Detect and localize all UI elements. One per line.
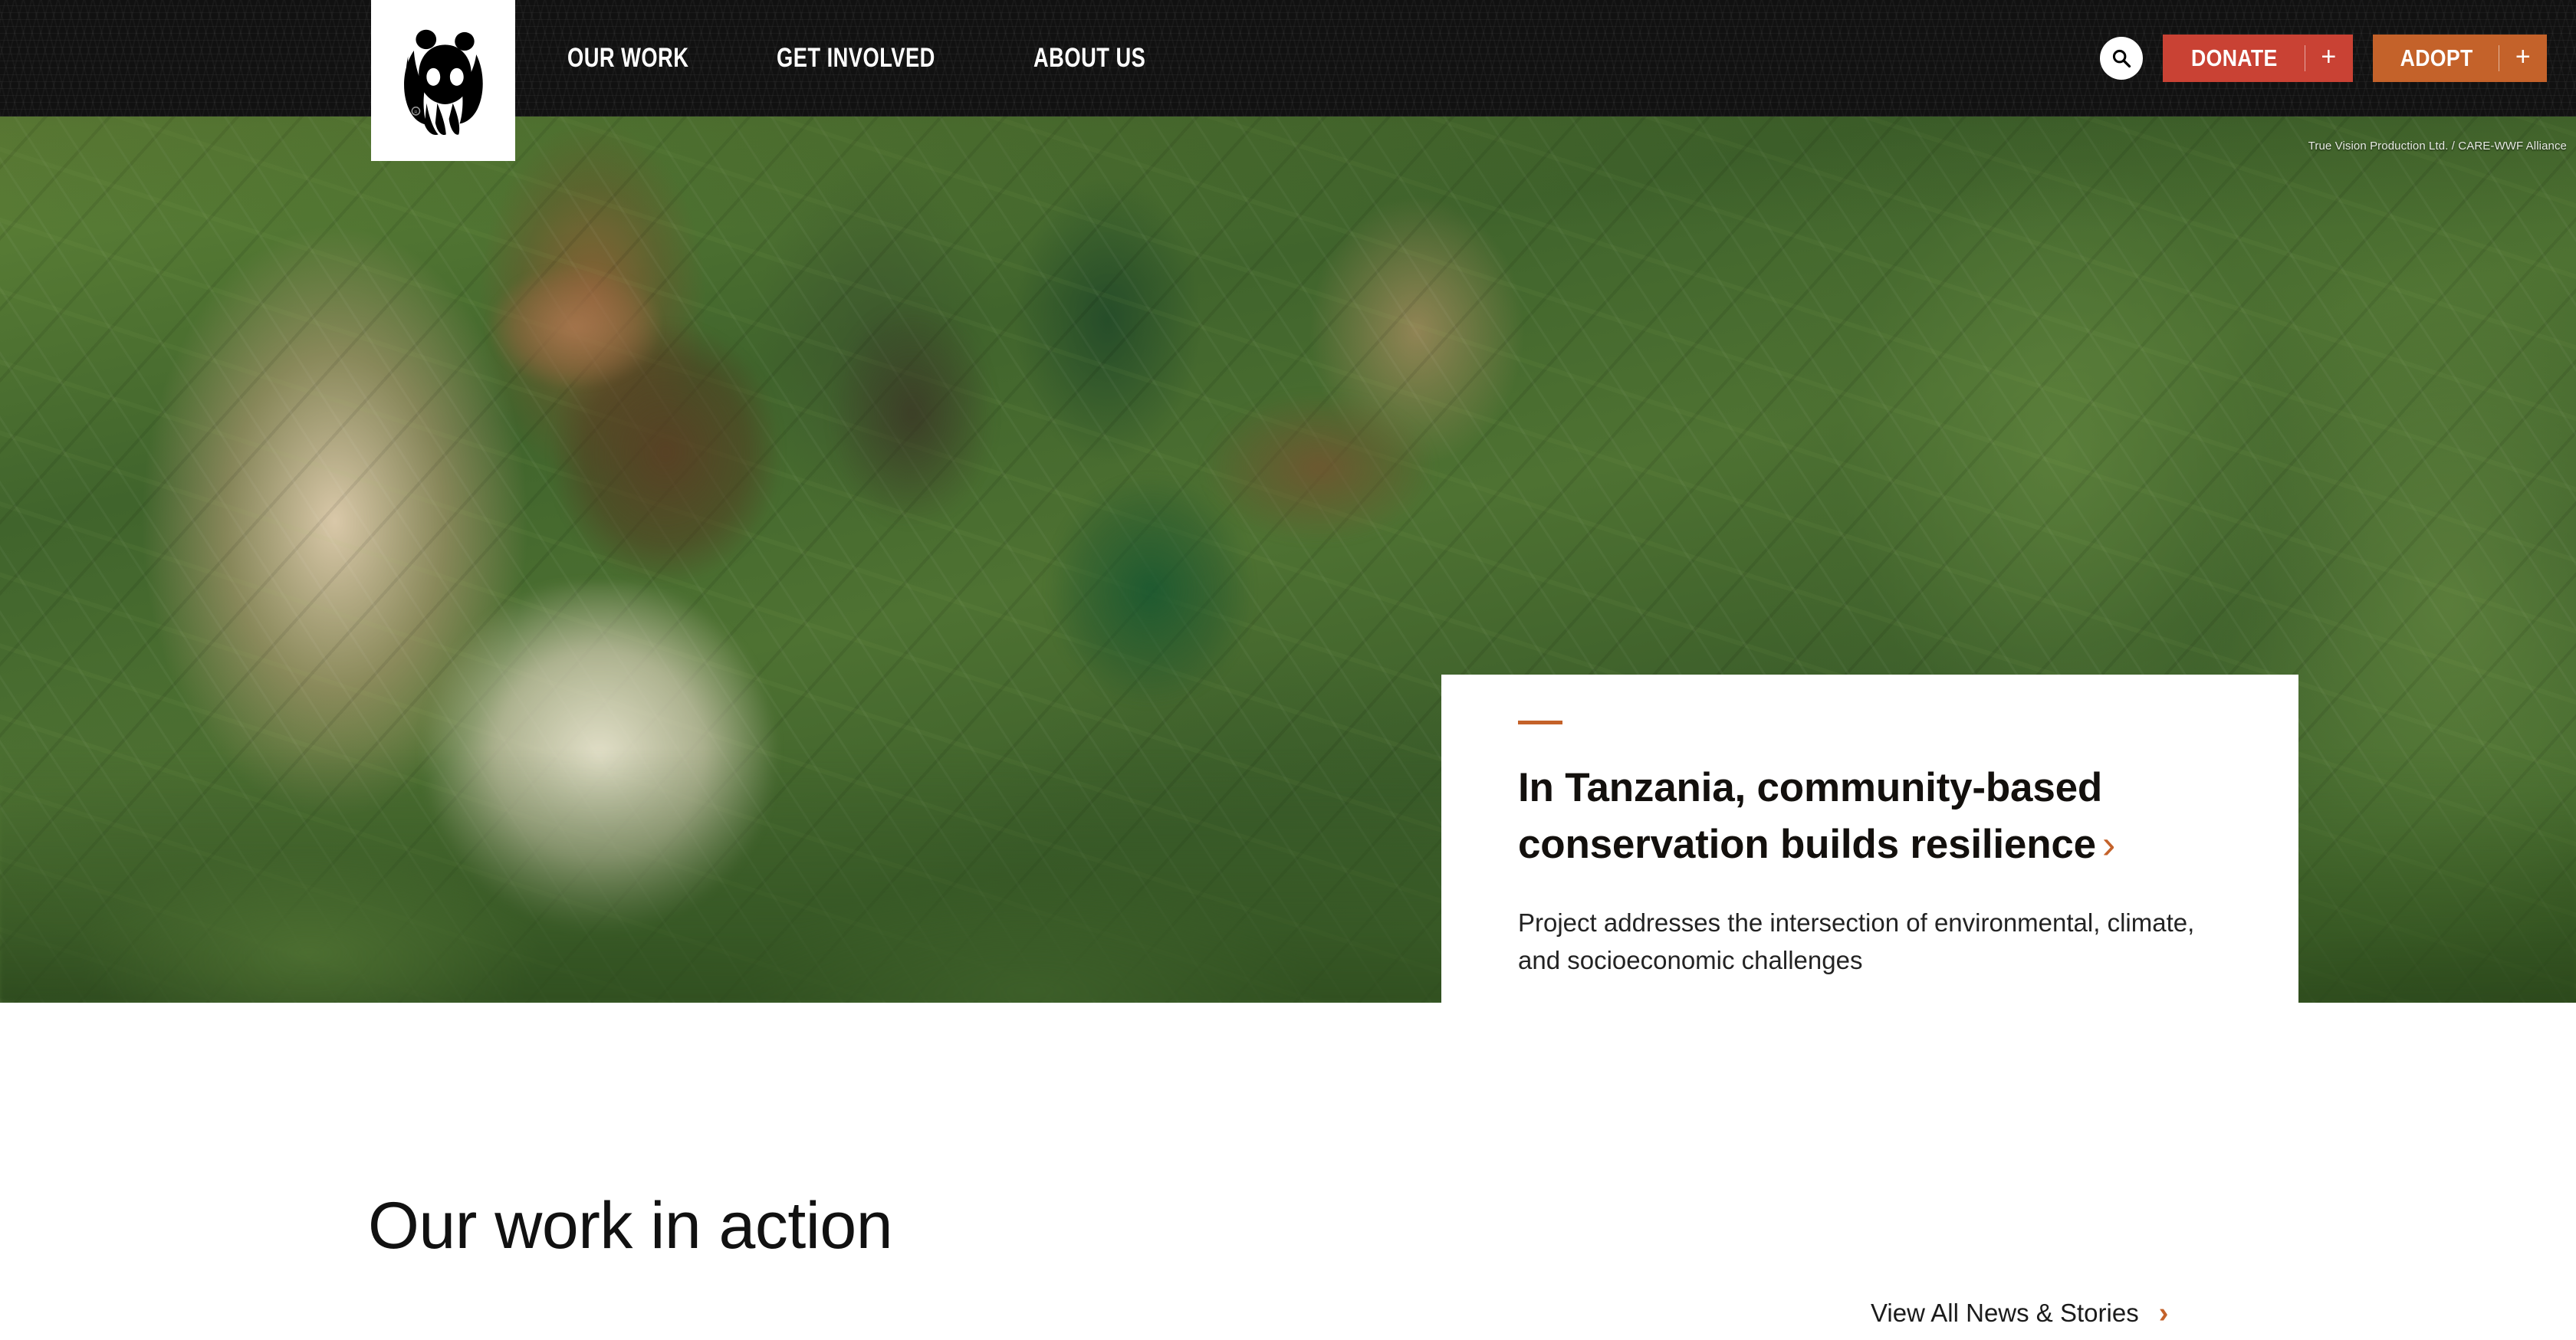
story-headline-link[interactable]: In Tanzania, community-based conservatio… xyxy=(1518,760,2208,873)
nav-item-get-involved[interactable]: GET INVOLVED xyxy=(777,43,935,74)
main-navigation: OUR WORK GET INVOLVED ABOUT US xyxy=(567,0,1178,117)
chevron-right-icon: › xyxy=(2158,1297,2169,1329)
donate-button-label: DONATE xyxy=(2190,44,2278,71)
nav-item-our-work[interactable]: OUR WORK xyxy=(567,43,688,74)
donate-button[interactable]: DONATE + xyxy=(2162,34,2353,82)
panda-logo-icon: R xyxy=(404,29,483,136)
search-icon xyxy=(2112,49,2131,68)
wwf-logo[interactable]: R xyxy=(371,0,515,161)
donate-plus-icon[interactable]: + xyxy=(2305,44,2353,73)
adopt-plus-icon[interactable]: + xyxy=(2499,44,2547,73)
header-actions: DONATE + ADOPT + xyxy=(2099,0,2547,117)
our-work-section: Our work in action xyxy=(0,1003,2576,1340)
adopt-button[interactable]: ADOPT + xyxy=(2372,34,2547,82)
adopt-button-label: ADOPT xyxy=(2400,44,2473,71)
view-all-news-stories-link[interactable]: View All News & Stories › xyxy=(1871,1299,2168,1328)
fold-fade-overlay xyxy=(0,1312,2576,1340)
view-all-label: View All News & Stories xyxy=(1871,1299,2139,1327)
accent-rule xyxy=(1518,721,1562,724)
photo-credit: True Vision Production Ltd. / CARE-WWF A… xyxy=(2308,140,2567,153)
search-button[interactable] xyxy=(2099,37,2143,80)
chevron-right-icon: › xyxy=(2101,823,2116,867)
page-root: True Vision Production Ltd. / CARE-WWF A… xyxy=(0,0,2576,1340)
story-headline-text: In Tanzania, community-based conservatio… xyxy=(1518,765,2103,867)
section-heading: Our work in action xyxy=(368,1189,893,1263)
hero-story-card[interactable]: In Tanzania, community-based conservatio… xyxy=(1441,675,2298,1003)
nav-item-about-us[interactable]: ABOUT US xyxy=(1033,43,1145,74)
story-subtitle: Project addresses the intersection of en… xyxy=(1518,908,2195,974)
svg-text:R: R xyxy=(414,110,417,115)
